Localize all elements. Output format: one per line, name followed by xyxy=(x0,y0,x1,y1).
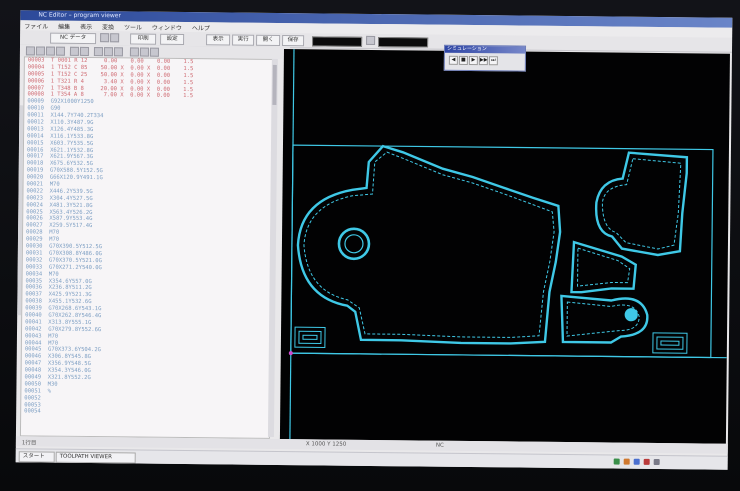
scrollbar-thumb[interactable] xyxy=(272,64,277,105)
redo-icon[interactable] xyxy=(79,46,90,57)
part-middle-right xyxy=(560,240,649,344)
security-icon[interactable] xyxy=(643,458,650,465)
rewind-button[interactable]: ◀ xyxy=(448,55,458,65)
mode-select[interactable]: NC データ xyxy=(50,32,97,45)
app-window: NC Editor – program viewer ファイル 編集 表示 変換… xyxy=(15,10,733,470)
volume-icon[interactable] xyxy=(623,458,630,465)
view-button[interactable]: 表示 xyxy=(206,34,231,46)
axis-line-horizontal xyxy=(290,352,727,359)
start-button[interactable]: スタート xyxy=(18,451,55,463)
simulation-panel: シミュレーション ◀ ■ ▶ ▶▶ ⏭ xyxy=(443,44,527,72)
paste-icon[interactable] xyxy=(113,47,124,57)
code-lines: 00003 T 0001 R 12 0.00 0.00 0.00 1.5 0000… xyxy=(21,57,273,418)
menu-tools[interactable]: ツール xyxy=(124,22,142,31)
menu-window[interactable]: ウィンドウ xyxy=(152,23,182,32)
menu-file[interactable]: ファイル xyxy=(24,21,48,30)
part-top-right xyxy=(594,151,689,257)
hole-large-inner xyxy=(344,234,364,254)
open-button[interactable]: 開く xyxy=(256,34,281,47)
open-icon[interactable] xyxy=(100,33,110,43)
status-coordinates: X 1000 Y 1250 xyxy=(305,441,347,448)
toolpath-drawing xyxy=(288,49,727,440)
window-title: NC Editor – program viewer xyxy=(38,11,122,20)
grid-icon[interactable] xyxy=(139,47,150,57)
network-icon[interactable] xyxy=(613,458,620,465)
arrow-icon[interactable] xyxy=(366,35,376,46)
copy-icon[interactable] xyxy=(103,47,114,57)
simulation-panel-title: シミュレーション xyxy=(444,45,526,54)
small-hole-fill xyxy=(624,308,638,322)
code-line[interactable]: 00054 xyxy=(21,409,269,418)
cut-icon[interactable] xyxy=(93,47,104,57)
pan-icon[interactable] xyxy=(45,46,56,56)
zoom-in-icon[interactable] xyxy=(25,46,36,56)
large-part-inner xyxy=(303,151,555,338)
fast-forward-button[interactable]: ▶▶ xyxy=(478,56,488,66)
settings-button[interactable]: 設定 xyxy=(160,33,185,45)
run-button[interactable]: 実行 xyxy=(232,34,255,46)
undo-icon[interactable] xyxy=(69,46,80,56)
coordinate-field-y[interactable] xyxy=(378,37,429,48)
play-button[interactable]: ▶ xyxy=(468,55,478,66)
hole-large xyxy=(337,227,371,261)
corner-clamp-left xyxy=(294,326,326,348)
menu-convert[interactable]: 変換 xyxy=(102,22,114,31)
sheet-boundary xyxy=(290,144,714,359)
menu-view[interactable]: 表示 xyxy=(80,22,92,31)
stop-button[interactable]: ■ xyxy=(458,55,468,65)
nc-code-editor[interactable]: 00003 T 0001 R 12 0.00 0.00 0.00 1.5 0000… xyxy=(19,56,274,439)
find-icon[interactable] xyxy=(129,47,140,57)
large-part-outline xyxy=(296,144,562,345)
zoom-out-icon[interactable] xyxy=(35,46,46,56)
measure-icon[interactable] xyxy=(149,47,160,57)
menu-help[interactable]: ヘルプ xyxy=(192,23,210,32)
fit-icon[interactable] xyxy=(55,46,66,56)
toolpath-canvas[interactable] xyxy=(279,49,730,444)
task-item-toolpath[interactable]: TOOLPATH VIEWER xyxy=(55,451,136,464)
menu-edit[interactable]: 編集 xyxy=(58,22,70,31)
origin-marker xyxy=(288,351,293,356)
status-line: 1行目 xyxy=(21,440,37,447)
corner-clamp-right xyxy=(652,332,688,354)
clock-icon xyxy=(653,458,660,466)
print-button[interactable]: 印刷 xyxy=(130,33,157,45)
skip-end-button[interactable]: ⏭ xyxy=(488,56,498,66)
ime-icon[interactable] xyxy=(633,458,640,465)
coordinate-field-x[interactable] xyxy=(312,36,363,47)
save-icon[interactable] xyxy=(110,33,120,43)
save-button[interactable]: 保存 xyxy=(282,35,305,47)
status-mode: NC xyxy=(435,442,444,449)
